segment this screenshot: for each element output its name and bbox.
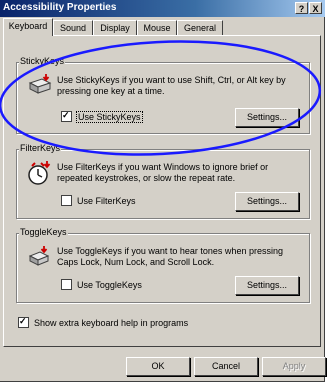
togglekeys-group-label: ToggleKeys	[19, 227, 68, 237]
use-togglekeys-checkbox[interactable]	[61, 279, 72, 291]
use-stickykeys-checkbox-row[interactable]: ✓ Use StickyKeys	[61, 110, 143, 123]
stickykeys-group-label: StickyKeys	[19, 56, 66, 66]
filterkeys-description: Use FilterKeys if you want Windows to ig…	[57, 162, 269, 183]
use-filterkeys-checkbox-row[interactable]: Use FilterKeys	[61, 195, 136, 207]
stickykeys-settings-button[interactable]: Settings...	[235, 108, 299, 127]
accessibility-properties-window: Accessibility Properties ? X Keyboard So…	[0, 0, 326, 382]
use-filterkeys-label[interactable]: Use FilterKeys	[77, 196, 136, 206]
extra-help-label[interactable]: Show extra keyboard help in programs	[34, 318, 188, 328]
cancel-button[interactable]: Cancel	[194, 357, 258, 376]
close-button[interactable]: X	[309, 2, 322, 14]
togglekeys-icon	[28, 246, 50, 266]
stickykeys-icon	[28, 74, 52, 94]
extra-help-checkbox[interactable]: ✓	[18, 316, 29, 329]
stickykeys-group: StickyKeys Use StickyKeys if you want to…	[16, 56, 310, 134]
tab-mouse[interactable]: Mouse	[137, 20, 177, 35]
use-stickykeys-label[interactable]: Use StickyKeys	[76, 110, 143, 123]
apply-button[interactable]: Apply	[262, 357, 326, 376]
checkmark-icon: ✓	[62, 110, 70, 121]
use-togglekeys-checkbox-row[interactable]: Use ToggleKeys	[61, 279, 142, 291]
checkmark-icon: ✓	[19, 316, 27, 327]
togglekeys-group: ToggleKeys Use ToggleKeys if you want to…	[16, 227, 310, 303]
extra-help-checkbox-row[interactable]: ✓ Show extra keyboard help in programs	[18, 316, 188, 329]
togglekeys-description: Use ToggleKeys if you want to hear tones…	[57, 246, 283, 267]
use-togglekeys-label[interactable]: Use ToggleKeys	[77, 280, 142, 290]
tab-sound[interactable]: Sound	[53, 20, 93, 35]
keyboard-tab-panel: StickyKeys Use StickyKeys if you want to…	[3, 35, 321, 347]
filterkeys-icon	[28, 161, 51, 185]
tab-general[interactable]: General	[177, 20, 223, 35]
filterkeys-group-label: FilterKeys	[19, 143, 62, 153]
help-button[interactable]: ?	[295, 2, 308, 14]
use-stickykeys-checkbox[interactable]: ✓	[61, 110, 72, 123]
title-bar[interactable]: Accessibility Properties ? X	[0, 0, 325, 17]
window-title: Accessibility Properties	[3, 2, 117, 13]
ok-button[interactable]: OK	[126, 357, 190, 376]
togglekeys-settings-button[interactable]: Settings...	[235, 276, 299, 295]
stickykeys-description: Use StickyKeys if you want to use Shift,…	[57, 75, 286, 96]
filterkeys-group: FilterKeys Use FilterKeys if you want Wi…	[16, 143, 310, 219]
tab-keyboard[interactable]: Keyboard	[3, 18, 53, 36]
filterkeys-settings-button[interactable]: Settings...	[235, 192, 299, 211]
tab-display[interactable]: Display	[93, 20, 137, 35]
use-filterkeys-checkbox[interactable]	[61, 195, 72, 207]
